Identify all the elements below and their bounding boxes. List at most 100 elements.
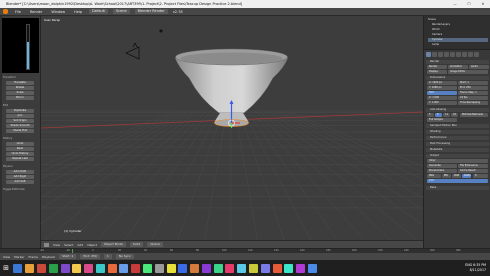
filter-selector[interactable]: Mitchell-Netravali: [460, 113, 488, 117]
shade-smooth-button[interactable]: Shade Smooth: [6, 124, 34, 128]
menu-marker[interactable]: Marker: [14, 255, 24, 259]
clock-time[interactable]: 6:35 PM: [473, 263, 486, 267]
taskbar-app-icon[interactable]: [296, 263, 306, 273]
join-button[interactable]: Join: [6, 114, 34, 118]
taskbar-app-icon[interactable]: [48, 263, 58, 273]
taskbar-app-icon[interactable]: [307, 263, 317, 273]
taskbar-app-icon[interactable]: [131, 263, 141, 273]
outliner-row-scene[interactable]: Scene: [428, 18, 488, 22]
audio-button[interactable]: Audio: [469, 65, 489, 69]
taskbar-app-icon[interactable]: [95, 263, 105, 273]
color-mode-rgba-button[interactable]: RGBA: [462, 174, 471, 178]
menu-frame[interactable]: Frame: [29, 255, 38, 259]
display-label[interactable]: Display:: [427, 70, 447, 74]
time-remap-field[interactable]: Time Remapping: [458, 101, 488, 105]
frame-start-field[interactable]: Start: 1: [458, 81, 488, 85]
aa-sample-11-button[interactable]: 11: [443, 113, 450, 117]
cache-result-checkbox[interactable]: Cache Result: [458, 169, 488, 173]
language-indicator[interactable]: ENG: [465, 263, 472, 267]
post-processing-section[interactable]: Post Processing: [426, 142, 489, 146]
resolution-percent-field[interactable]: 50%: [427, 91, 457, 95]
shade-flat-button[interactable]: Shade Flat: [6, 129, 34, 133]
camera-object[interactable]: [125, 42, 140, 60]
layout-selector[interactable]: Default: [89, 9, 108, 14]
dimensions-section[interactable]: Dimensions: [426, 76, 489, 80]
undo-button[interactable]: Undo: [6, 142, 34, 146]
file-format-selector[interactable]: PNG: [427, 174, 441, 178]
frame-end-field[interactable]: End: 250: [458, 86, 488, 90]
start-frame-field[interactable]: Start: 1: [59, 254, 77, 259]
outliner-row-cylinder[interactable]: Cylinder: [428, 38, 488, 42]
taskbar-app-icon[interactable]: [142, 263, 152, 273]
performance-section[interactable]: Performance: [426, 136, 489, 140]
menu-select[interactable]: Select: [64, 243, 73, 247]
tab-constraints-icon[interactable]: [456, 52, 461, 57]
end-frame-field[interactable]: End: 250: [80, 254, 100, 259]
taskbar-app-icon[interactable]: [60, 263, 70, 273]
taskbar-app-icon[interactable]: [72, 263, 82, 273]
tab-modifiers-icon[interactable]: [462, 52, 467, 57]
resolution-y-field[interactable]: Y: 1080 px: [427, 86, 457, 90]
mode-selector[interactable]: Object Mode: [100, 242, 126, 247]
timeline[interactable]: -40 -20 0 20 40 60 80 100 120 140 160 180 200 220 240 2…: [0, 248, 490, 261]
taskbar-app-icon[interactable]: [260, 263, 270, 273]
translate-button[interactable]: Translate: [6, 81, 34, 85]
color-mode-rgb-button[interactable]: RGB: [452, 174, 461, 178]
placeholders-checkbox[interactable]: Placeholders: [427, 169, 457, 173]
repeat-last-button[interactable]: Repeat Last: [6, 157, 34, 161]
windows-start-icon[interactable]: ⊞: [0, 260, 12, 276]
menu-help[interactable]: Help: [72, 10, 84, 14]
editor-type-icon[interactable]: [44, 242, 49, 247]
scale-button[interactable]: Scale: [6, 91, 34, 95]
render-engine-selector[interactable]: Blender Render: [134, 9, 168, 14]
shading-selector[interactable]: Solid: [129, 242, 144, 247]
3d-viewport[interactable]: User Persp (1) Cylinder View Select Add …: [41, 16, 423, 248]
viewport-canvas[interactable]: [41, 16, 423, 248]
shading-section[interactable]: Shading: [426, 130, 489, 134]
metadata-section[interactable]: Metadata: [426, 148, 489, 152]
menu-file[interactable]: File: [13, 10, 23, 14]
clock-date[interactable]: 8/11/2017: [465, 268, 486, 273]
animation-button[interactable]: Animation: [448, 65, 468, 69]
undo-history-button[interactable]: Undo History: [6, 152, 34, 156]
set-origin-button[interactable]: Set Origin: [6, 119, 34, 123]
taskbar-app-icon[interactable]: [249, 263, 259, 273]
taskbar-app-icon[interactable]: [284, 263, 294, 273]
bake-section[interactable]: Bake: [426, 186, 489, 190]
taskbar-app-icon[interactable]: [36, 263, 46, 273]
color-mode-bw-button[interactable]: BW: [442, 174, 451, 178]
menu-view[interactable]: View: [53, 243, 60, 247]
menu-view[interactable]: View: [3, 255, 10, 259]
menu-playback[interactable]: Playback: [42, 255, 55, 259]
taskbar-app-icon[interactable]: [13, 263, 23, 273]
tab-layers-icon[interactable]: [432, 52, 437, 57]
frame-step-field[interactable]: Frame Step: 1: [458, 91, 488, 95]
maximize-icon[interactable]: ☐: [462, 0, 476, 8]
sync-selector[interactable]: No Sync: [115, 254, 135, 259]
resolution-x-field[interactable]: X: 1920 px: [427, 81, 457, 85]
render-section[interactable]: Render: [426, 60, 489, 64]
taskbar-app-icon[interactable]: [178, 263, 188, 273]
tab-data-icon[interactable]: [468, 52, 473, 57]
taskbar-app-icon[interactable]: [237, 263, 247, 273]
output-path-field[interactable]: /tmp/: [427, 159, 488, 163]
color-depth-field[interactable]: 8: [473, 174, 488, 178]
taskbar-app-icon[interactable]: [213, 263, 223, 273]
add-rigid-button[interactable]: Add Rigid: [6, 175, 34, 179]
taskbar-app-icon[interactable]: [225, 263, 235, 273]
display-selector[interactable]: Image Editor: [448, 70, 488, 74]
compression-slider[interactable]: 15%: [427, 179, 488, 183]
tab-object-icon[interactable]: [450, 52, 455, 57]
file-extensions-checkbox[interactable]: File Extensions: [458, 164, 488, 168]
full-sample-checkbox[interactable]: Full Sample: [427, 118, 457, 122]
taskbar-app-icon[interactable]: [119, 263, 129, 273]
outliner-row-lamp[interactable]: Lamp: [428, 43, 488, 47]
aa-sample-8-button[interactable]: 8: [435, 113, 442, 117]
taskbar-app-icon[interactable]: [84, 263, 94, 273]
rotate-button[interactable]: Rotate: [6, 86, 34, 90]
taskbar-app-icon[interactable]: [201, 263, 211, 273]
current-frame-field[interactable]: 1: [103, 254, 112, 259]
blender-logo-icon[interactable]: [3, 9, 8, 14]
add-soft-button[interactable]: Add Soft: [6, 180, 34, 184]
menu-render[interactable]: Render: [28, 10, 44, 14]
